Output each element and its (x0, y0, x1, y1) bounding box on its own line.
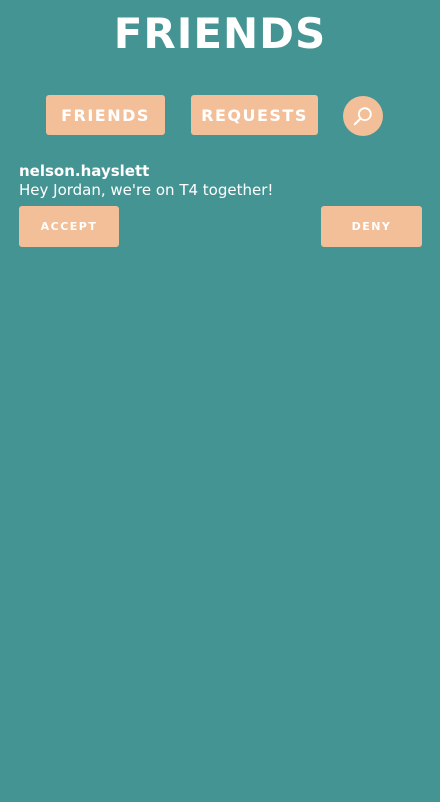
tab-requests[interactable]: REQUESTS (191, 95, 318, 135)
search-icon (353, 107, 372, 126)
nav-bar: FRIENDS REQUESTS (0, 95, 440, 137)
deny-button[interactable]: DENY (321, 206, 422, 247)
request-message: Hey Jordan, we're on T4 together! (19, 181, 274, 199)
request-username: nelson.hayslett (19, 162, 150, 180)
friend-request-item: nelson.hayslett Hey Jordan, we're on T4 … (19, 162, 422, 247)
tab-friends[interactable]: FRIENDS (46, 95, 165, 135)
search-button[interactable] (343, 96, 383, 136)
page-title: FRIENDS (113, 9, 327, 58)
accept-button[interactable]: ACCEPT (19, 206, 119, 247)
